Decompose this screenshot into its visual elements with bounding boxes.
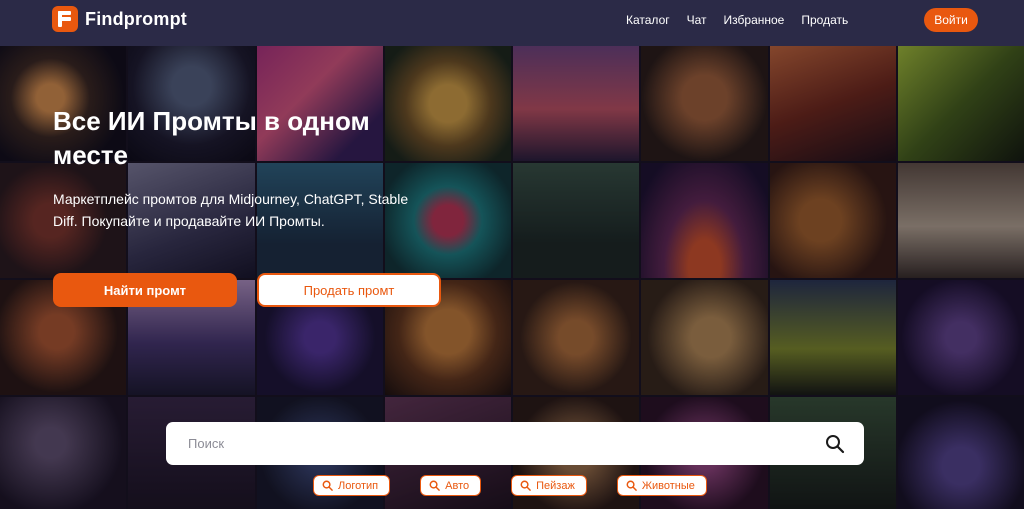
nav-item-catalog[interactable]: Каталог: [626, 13, 670, 27]
logo[interactable]: Findprompt: [52, 6, 187, 32]
chip-label: Животные: [641, 479, 695, 492]
chip-auto[interactable]: Авто: [420, 475, 482, 496]
chip-landscape[interactable]: Пейзаж: [511, 475, 587, 496]
search-bar: [166, 422, 864, 465]
search-icon: [322, 480, 333, 491]
logo-icon: [52, 6, 78, 32]
hero-title: Все ИИ Промты в одном месте: [53, 106, 370, 170]
chip-logo[interactable]: Логотип: [313, 475, 391, 496]
hero-subtitle: Маркетплейс промтов для Midjourney, Chat…: [53, 191, 409, 229]
search-icon: [626, 480, 637, 491]
nav-item-sell[interactable]: Продать: [801, 13, 848, 27]
chip-label: Логотип: [338, 479, 379, 492]
login-button[interactable]: Войти: [924, 8, 978, 32]
search-icon: [429, 480, 440, 491]
sell-prompt-button[interactable]: Продать промт: [257, 273, 441, 307]
search-button[interactable]: [816, 425, 854, 463]
chip-animals[interactable]: Животные: [616, 475, 707, 496]
search-icon: [826, 434, 845, 453]
search-icon: [520, 480, 531, 491]
find-prompt-button[interactable]: Найти промт: [53, 273, 237, 307]
search-input[interactable]: [166, 422, 816, 465]
category-chips: Логотип Авто Пейзаж Животные: [313, 475, 707, 496]
top-navbar: Findprompt Каталог Чат Избранное Продать…: [0, 0, 1024, 46]
logo-text: Findprompt: [85, 8, 187, 29]
chip-label: Пейзаж: [536, 479, 575, 492]
chip-label: Авто: [445, 479, 470, 492]
main-nav: Каталог Чат Избранное Продать: [626, 13, 848, 27]
nav-item-chat[interactable]: Чат: [687, 13, 707, 27]
nav-item-favorites[interactable]: Избранное: [724, 13, 785, 27]
